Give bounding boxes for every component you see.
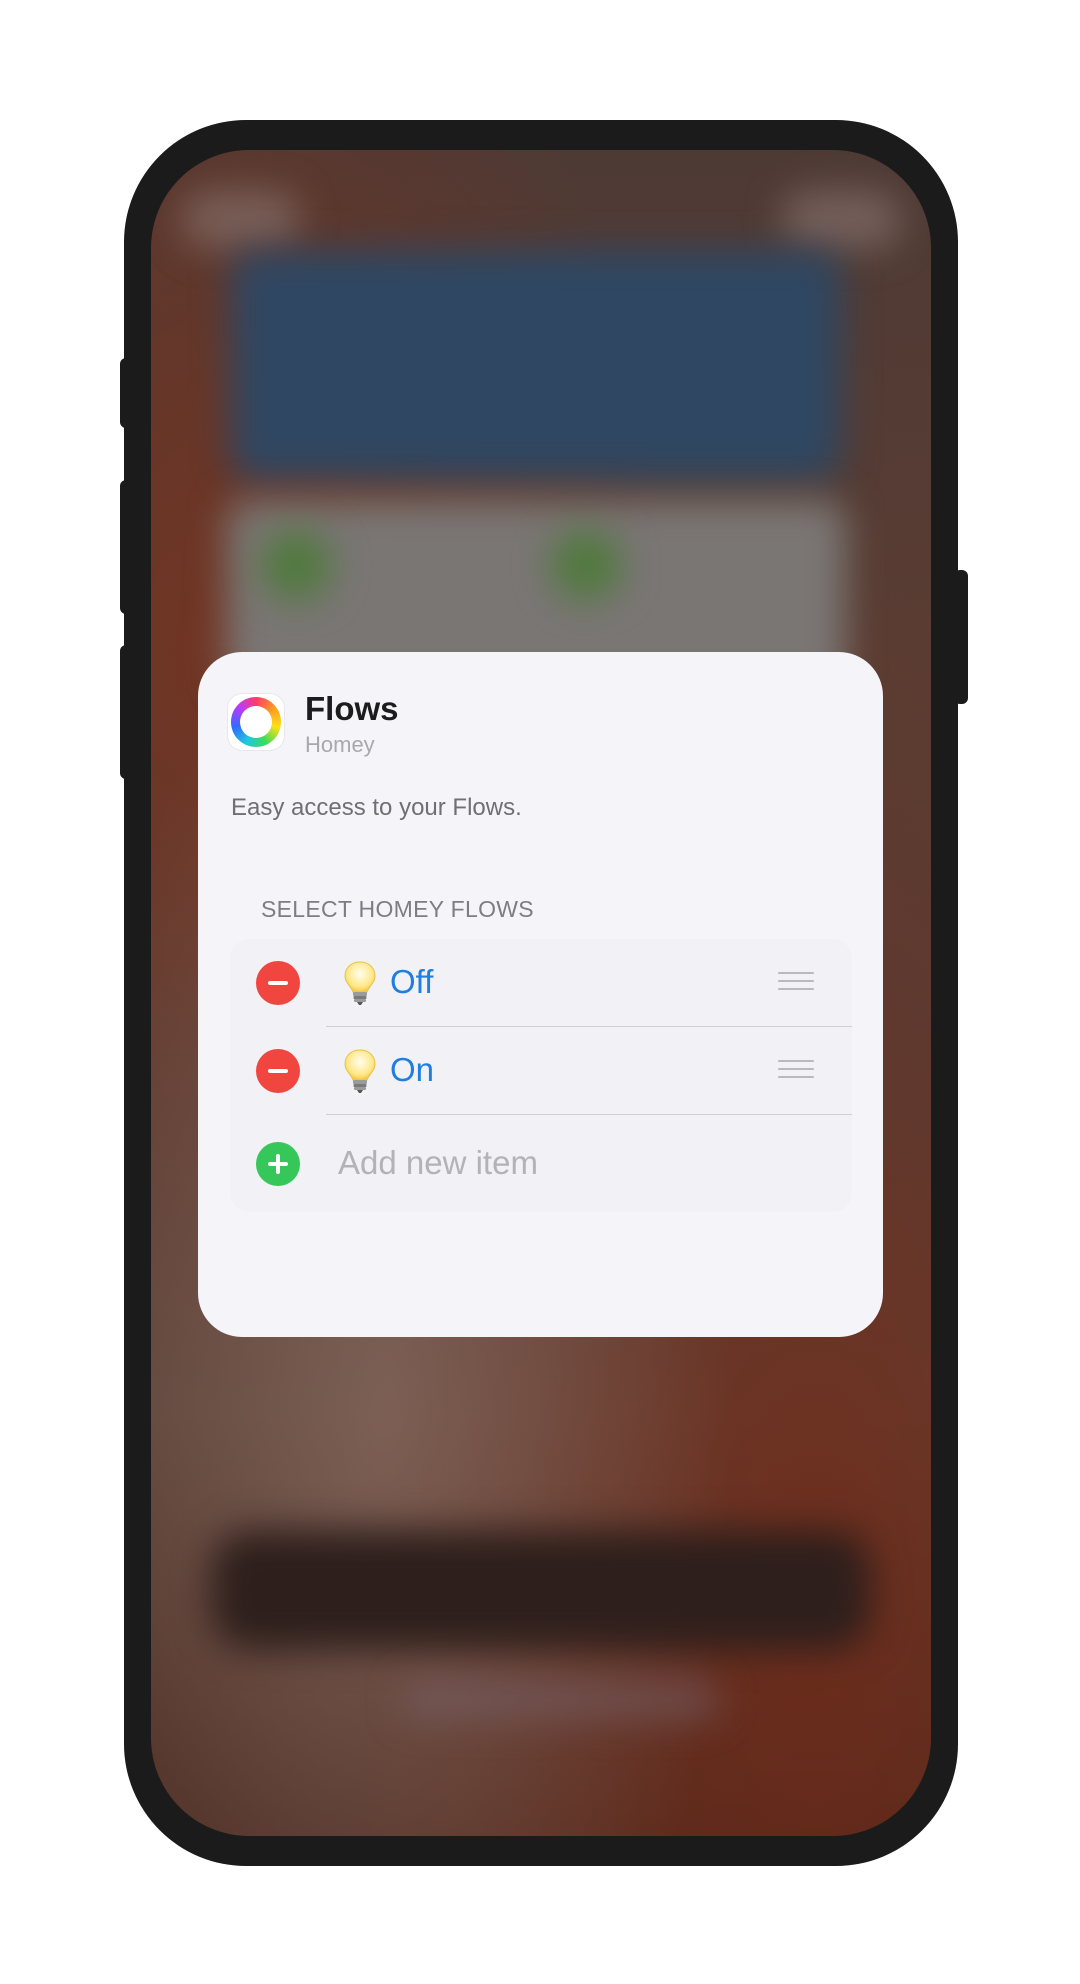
- flows-list: Off On Add new item: [230, 939, 852, 1212]
- widget-config-card: Flows Homey Easy access to your Flows. S…: [198, 652, 883, 1337]
- widget-app-name: Homey: [305, 732, 375, 757]
- blurred-dock: [211, 1530, 871, 1650]
- blurred-app-icon: [261, 530, 331, 600]
- add-item-button[interactable]: [256, 1142, 300, 1186]
- list-item: On: [230, 1027, 852, 1115]
- blurred-wallpaper-shape: [781, 190, 901, 250]
- flow-item-label[interactable]: On: [390, 1051, 434, 1089]
- homey-app-icon: [228, 694, 284, 750]
- drag-handle-icon[interactable]: [778, 1060, 814, 1082]
- widget-title: Flows: [305, 690, 399, 727]
- blurred-widget-background: [231, 250, 841, 480]
- add-item-label[interactable]: Add new item: [338, 1144, 538, 1182]
- minus-icon: [268, 981, 288, 985]
- flow-item-label[interactable]: Off: [390, 963, 433, 1001]
- add-item-row[interactable]: Add new item: [230, 1115, 852, 1212]
- color-ring-icon: [231, 697, 281, 747]
- remove-item-button[interactable]: [256, 961, 300, 1005]
- blurred-wallpaper-shape: [181, 190, 301, 250]
- canvas: Flows Homey Easy access to your Flows. S…: [0, 0, 1080, 1984]
- drag-handle-icon[interactable]: [778, 972, 814, 994]
- widget-description: Easy access to your Flows.: [231, 794, 522, 821]
- blurred-wallpaper-shape: [401, 1680, 721, 1720]
- section-header: SELECT HOMEY FLOWS: [261, 896, 534, 922]
- blurred-app-icon: [551, 530, 621, 600]
- lightbulb-icon: [344, 961, 376, 1005]
- lightbulb-icon: [344, 1049, 376, 1093]
- remove-item-button[interactable]: [256, 1049, 300, 1093]
- minus-icon: [268, 1069, 288, 1073]
- list-item: Off: [230, 939, 852, 1027]
